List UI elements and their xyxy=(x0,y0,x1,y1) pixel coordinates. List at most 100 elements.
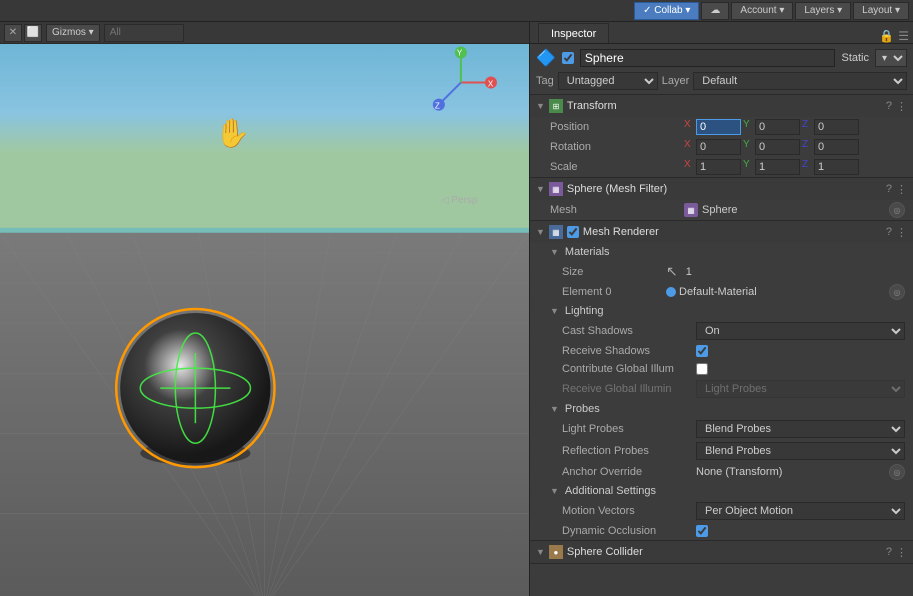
anchor-override-value: None (Transform) xyxy=(696,466,782,478)
mesh-renderer-menu-btn[interactable]: ⋮ xyxy=(896,226,907,239)
scl-y-input[interactable] xyxy=(755,159,800,175)
lighting-label: Lighting xyxy=(565,305,695,317)
dynamic-occlusion-checkbox[interactable] xyxy=(696,525,708,537)
cast-shadows-row: Cast Shadows On xyxy=(530,320,913,342)
additional-settings-label: Additional Settings xyxy=(565,485,695,497)
anchor-override-row: Anchor Override None (Transform) ◎ xyxy=(530,462,913,482)
materials-arrow[interactable]: ▼ xyxy=(550,247,559,257)
mesh-filter-menu-btn[interactable]: ⋮ xyxy=(896,183,907,196)
size-label: Size xyxy=(562,266,662,278)
inspector-tab-bar: Inspector 🔒 ☰ xyxy=(530,22,913,44)
materials-label: Materials xyxy=(565,246,695,258)
motion-vectors-dropdown[interactable]: Per Object Motion xyxy=(696,502,905,520)
element0-row: Element 0 Default-Material ◎ xyxy=(530,282,913,302)
object-name-input[interactable] xyxy=(580,49,836,67)
svg-text:✋: ✋ xyxy=(215,117,250,149)
anchor-override-select-btn[interactable]: ◎ xyxy=(889,464,905,480)
mesh-renderer-help-btn[interactable]: ? xyxy=(886,226,892,238)
mesh-value: ▦ Sphere xyxy=(684,203,885,217)
receive-shadows-checkbox[interactable] xyxy=(696,345,708,357)
pos-z-input[interactable] xyxy=(814,119,859,135)
menu-icon[interactable]: ☰ xyxy=(898,29,909,43)
transform-header[interactable]: ▼ ⊞ Transform ? ⋮ xyxy=(530,95,913,117)
lighting-section-row: ▼ Lighting xyxy=(530,302,913,320)
probes-arrow[interactable]: ▼ xyxy=(550,404,559,414)
pos-y-input[interactable] xyxy=(755,119,800,135)
materials-section-row: ▼ Materials xyxy=(530,243,913,261)
motion-vectors-row: Motion Vectors Per Object Motion xyxy=(530,500,913,522)
layout-button[interactable]: Layout ▾ xyxy=(853,2,909,20)
static-dropdown[interactable]: ▾ xyxy=(875,49,907,67)
element0-name: Default-Material xyxy=(679,286,757,298)
rot-x-input[interactable] xyxy=(696,139,741,155)
mesh-renderer-enabled[interactable] xyxy=(567,226,579,238)
additional-arrow[interactable]: ▼ xyxy=(550,486,559,496)
mesh-select-btn[interactable]: ◎ xyxy=(889,202,905,218)
scl-x-input[interactable] xyxy=(696,159,741,175)
cloud-button[interactable]: ☁ xyxy=(701,2,729,20)
dynamic-occlusion-label: Dynamic Occlusion xyxy=(562,525,692,537)
receive-gi-dropdown[interactable]: Light Probes xyxy=(696,380,905,398)
layers-button[interactable]: Layers ▾ xyxy=(795,2,851,20)
mesh-filter-help-btn[interactable]: ? xyxy=(886,183,892,195)
mesh-filter-header[interactable]: ▼ ▦ Sphere (Mesh Filter) ? ⋮ xyxy=(530,178,913,200)
transform-title: Transform xyxy=(567,100,882,112)
scene-view[interactable]: ✋ ◁ Persp X Y Z xyxy=(0,44,529,596)
reflection-probes-dropdown[interactable]: Blend Probes xyxy=(696,442,905,460)
svg-text:Y: Y xyxy=(457,48,463,57)
lighting-arrow[interactable]: ▼ xyxy=(550,306,559,316)
scl-z-input[interactable] xyxy=(814,159,859,175)
collab-button[interactable]: ✓ Collab ▾ xyxy=(634,2,699,20)
rotation-xyz: X Y Z xyxy=(684,139,905,155)
pos-x-label: X xyxy=(684,119,694,135)
cursor-icon: ↖ xyxy=(666,263,678,280)
main-area: ✕ ⬜ Gizmos ▾ xyxy=(0,22,913,596)
gizmos-button[interactable]: Gizmos ▾ xyxy=(46,24,100,42)
transform-arrow: ▼ xyxy=(536,101,545,111)
dynamic-occlusion-row: Dynamic Occlusion xyxy=(530,522,913,540)
cast-shadows-label: Cast Shadows xyxy=(562,325,692,337)
cast-shadows-dropdown[interactable]: On xyxy=(696,322,905,340)
pos-x-input[interactable] xyxy=(696,119,741,135)
persp-label: ◁ Persp xyxy=(441,195,478,206)
object-enabled-checkbox[interactable] xyxy=(562,52,574,64)
position-xyz: X Y Z xyxy=(684,119,905,135)
sphere-collider-component: ▼ ● Sphere Collider ? ⋮ xyxy=(530,541,913,564)
materials-size-row: Size ↖ 1 xyxy=(530,261,913,282)
element0-label: Element 0 xyxy=(562,286,662,298)
sphere-collider-menu-btn[interactable]: ⋮ xyxy=(896,546,907,559)
inspector-tab[interactable]: Inspector xyxy=(538,23,609,43)
layer-dropdown[interactable]: Default xyxy=(693,72,907,90)
element0-select-btn[interactable]: ◎ xyxy=(889,284,905,300)
mesh-renderer-header[interactable]: ▼ ▦ Mesh Renderer ? ⋮ xyxy=(530,221,913,243)
sphere-collider-header[interactable]: ▼ ● Sphere Collider ? ⋮ xyxy=(530,541,913,563)
scene-panel: ✕ ⬜ Gizmos ▾ xyxy=(0,22,529,596)
scale-row: Scale X Y Z xyxy=(530,157,913,177)
scene-3d-canvas: ✋ ◁ Persp X Y Z xyxy=(0,44,529,596)
tag-dropdown[interactable]: Untagged xyxy=(558,72,658,90)
layer-label: Layer xyxy=(662,75,690,87)
receive-shadows-label: Receive Shadows xyxy=(562,345,692,357)
sphere-collider-help-btn[interactable]: ? xyxy=(886,546,892,558)
scene-toolbar: ✕ ⬜ Gizmos ▾ xyxy=(0,22,529,44)
view-mode-icon[interactable]: ⬜ xyxy=(24,24,42,42)
rotation-label: Rotation xyxy=(550,141,680,153)
rot-x-label: X xyxy=(684,139,694,155)
transform-menu-btn[interactable]: ⋮ xyxy=(896,100,907,113)
transform-component: ▼ ⊞ Transform ? ⋮ Position X Y xyxy=(530,95,913,178)
light-probes-dropdown[interactable]: Blend Probes xyxy=(696,420,905,438)
lock-icon[interactable]: 🔒 xyxy=(879,29,894,43)
contribute-gi-checkbox[interactable] xyxy=(696,363,708,375)
move-tool-icon[interactable]: ✕ xyxy=(4,24,22,42)
account-button[interactable]: Account ▾ xyxy=(731,2,793,20)
top-bar: ✓ Collab ▾ ☁ Account ▾ Layers ▾ Layout ▾ xyxy=(0,0,913,22)
transform-help-btn[interactable]: ? xyxy=(886,100,892,112)
contribute-gi-label: Contribute Global Illum xyxy=(562,363,692,375)
svg-text:Z: Z xyxy=(435,102,440,111)
rot-y-input[interactable] xyxy=(755,139,800,155)
inspector-scroll[interactable]: ▼ ⊞ Transform ? ⋮ Position X Y xyxy=(530,95,913,596)
scene-search-input[interactable] xyxy=(104,24,184,42)
size-value: 1 xyxy=(686,266,692,278)
mesh-filter-title: Sphere (Mesh Filter) xyxy=(567,183,882,195)
rot-z-input[interactable] xyxy=(814,139,859,155)
